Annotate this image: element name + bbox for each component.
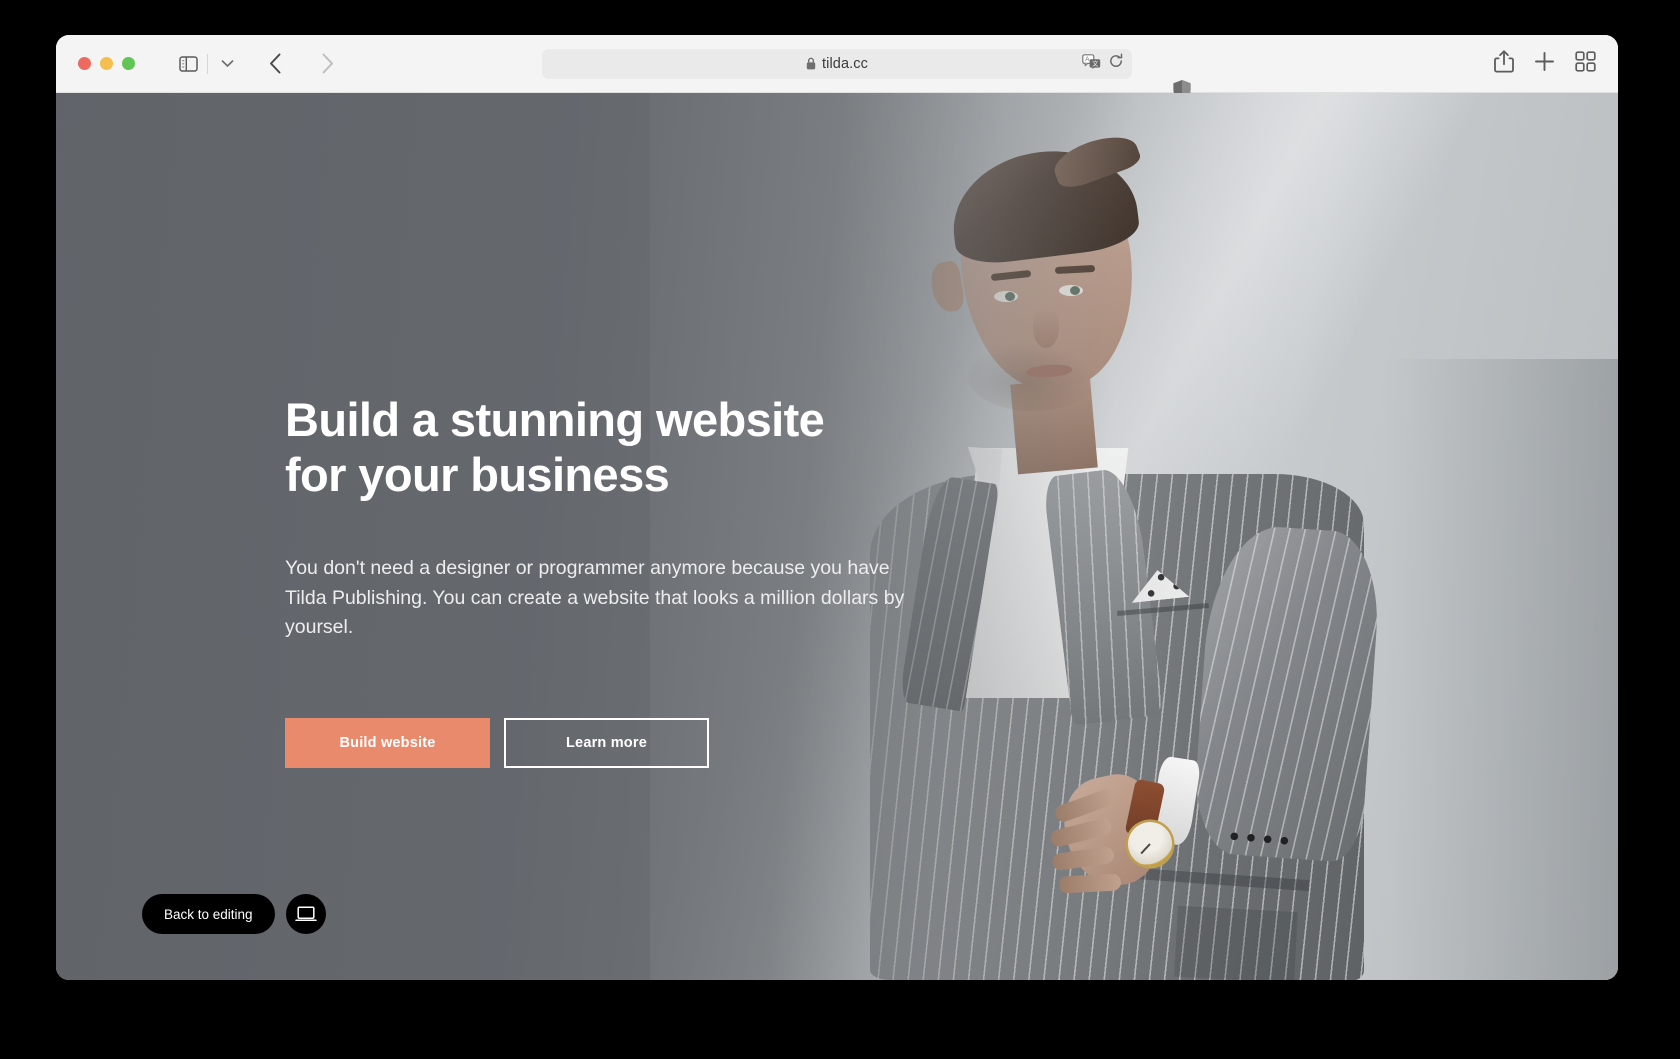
back-arrow-icon	[269, 53, 280, 74]
forward-button[interactable]	[310, 47, 344, 81]
sidebar-options-button[interactable]	[210, 47, 244, 81]
editor-toolbar: Back to editing	[142, 894, 326, 934]
toolbar-right-group	[1494, 49, 1596, 78]
new-tab-button[interactable]	[1534, 51, 1555, 77]
maximize-window-button[interactable]	[122, 57, 135, 70]
hero-heading: Build a stunning website for your busine…	[285, 393, 925, 502]
hero-heading-line-1: Build a stunning website	[285, 393, 825, 446]
laptop-icon	[294, 905, 317, 921]
minimize-window-button[interactable]	[100, 57, 113, 70]
tab-overview-icon	[1575, 50, 1596, 72]
back-to-editing-button[interactable]: Back to editing	[142, 894, 275, 934]
address-bar[interactable]: tilda.cc A 文	[542, 48, 1132, 79]
share-button[interactable]	[1494, 49, 1514, 78]
lock-icon	[806, 57, 816, 70]
back-button[interactable]	[258, 47, 292, 81]
learn-more-button[interactable]: Learn more	[504, 717, 709, 768]
translate-button[interactable]: A 文	[1082, 53, 1101, 74]
close-window-button[interactable]	[78, 57, 91, 70]
svg-text:文: 文	[1092, 59, 1098, 67]
sidebar-icon	[178, 55, 198, 72]
sidebar-toggle-button[interactable]	[171, 47, 205, 81]
browser-window: tilda.cc A 文 Build a stunning website fo…	[56, 35, 1618, 980]
hero-paragraph: You don't need a designer or programmer …	[285, 557, 905, 639]
translate-icon: A 文	[1082, 53, 1101, 69]
hero-cta-row: Build website Learn more	[285, 717, 925, 768]
browser-toolbar: tilda.cc A 文	[56, 35, 1618, 101]
forward-arrow-icon	[322, 53, 333, 74]
url-text: tilda.cc	[822, 55, 868, 72]
traffic-light-controls	[78, 57, 135, 70]
web-page-viewport: Build a stunning website for your busine…	[56, 93, 1618, 980]
reload-icon	[1110, 53, 1123, 67]
toolbar-divider	[207, 53, 208, 74]
device-preview-toggle-button[interactable]	[285, 894, 326, 934]
share-icon	[1494, 49, 1514, 72]
hero-heading-line-2: for your business	[285, 447, 670, 501]
build-website-button[interactable]: Build website	[285, 717, 490, 768]
plus-icon	[1535, 51, 1554, 71]
tab-overview-button[interactable]	[1575, 50, 1596, 77]
hero-content: Build a stunning website for your busine…	[285, 393, 925, 768]
chevron-down-icon	[221, 60, 233, 67]
reload-button[interactable]	[1108, 53, 1124, 74]
address-bar-container: tilda.cc A 文	[542, 48, 1191, 101]
